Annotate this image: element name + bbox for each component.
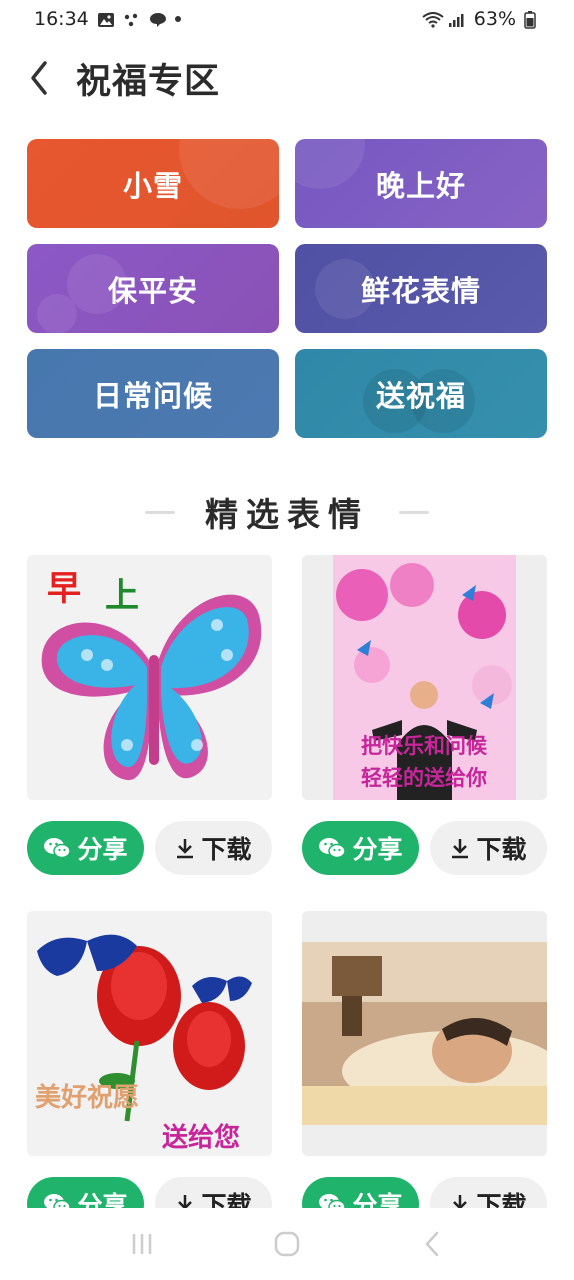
- share-label: 分享: [77, 835, 128, 864]
- download-button[interactable]: 下载: [430, 821, 547, 875]
- category-button-songzhufu[interactable]: 送祝福: [295, 349, 547, 438]
- section-title: 精选表情: [205, 495, 369, 534]
- category-label: 送祝福: [375, 378, 466, 413]
- wechat-icon: [319, 838, 347, 859]
- emoji-card: 美好祝愿 送给您 分享 下载: [27, 911, 272, 1231]
- download-icon: [177, 839, 194, 859]
- recent-apps-icon: [133, 1234, 152, 1254]
- image-text: 轻轻的送给你: [361, 765, 487, 790]
- image-text: 美好祝愿: [35, 1082, 139, 1113]
- share-label: 分享: [352, 835, 403, 864]
- chat-bubble-icon: [149, 11, 167, 27]
- home-button[interactable]: [257, 1219, 317, 1269]
- category-button-wanshanghao[interactable]: 晚上好: [295, 139, 547, 228]
- image-text: 送给您: [162, 1122, 240, 1153]
- dots-icon: [123, 11, 141, 27]
- notification-dot-icon: [174, 16, 181, 22]
- category-label: 保平安: [107, 273, 198, 308]
- share-button[interactable]: 分享: [302, 821, 419, 875]
- battery-icon: [524, 11, 542, 29]
- signal-icon: [448, 11, 466, 27]
- back-nav-button[interactable]: [402, 1219, 462, 1269]
- image-text: 把快乐和问候: [361, 733, 488, 758]
- download-button[interactable]: 下载: [155, 821, 272, 875]
- divider: [399, 510, 429, 514]
- category-button-baopingan[interactable]: 保平安: [27, 244, 279, 333]
- download-label: 下载: [476, 835, 527, 864]
- navigation-bar: [0, 1208, 574, 1280]
- card-actions: 分享 下载: [302, 821, 547, 875]
- category-label: 日常问候: [92, 378, 213, 413]
- status-right: 63%: [422, 8, 542, 30]
- greeting-man-image[interactable]: 把快乐和问候 轻轻的送给你: [302, 555, 547, 800]
- roses-image[interactable]: 美好祝愿 送给您: [27, 911, 272, 1156]
- butterfly-image[interactable]: 早 上: [27, 555, 272, 800]
- category-label: 鲜花表情: [360, 273, 481, 308]
- image-text: 早: [47, 569, 81, 609]
- category-button-xianhuabiaoqing[interactable]: 鲜花表情: [295, 244, 547, 333]
- status-time: 16:34: [34, 8, 89, 30]
- divider: [145, 510, 175, 514]
- emoji-card: 早 上 分享 下载: [27, 555, 272, 875]
- sleeping-image[interactable]: [302, 911, 547, 1156]
- emoji-card: 把快乐和问候 轻轻的送给你 分享 下载: [302, 555, 547, 875]
- category-grid: 小雪 晚上好 保平安 鲜花表情 日常问候 送祝福: [27, 139, 547, 438]
- card-actions: 分享 下载: [27, 821, 272, 875]
- back-button[interactable]: [24, 56, 54, 100]
- status-bar: 16:34 63%: [0, 0, 574, 38]
- category-button-xiaoxue[interactable]: 小雪: [27, 139, 279, 228]
- home-icon: [274, 1231, 300, 1257]
- wifi-icon: [422, 11, 444, 28]
- gallery-icon: [97, 11, 115, 27]
- page-title: 祝福专区: [76, 61, 221, 102]
- back-icon: [424, 1231, 438, 1257]
- header: 祝福专区: [24, 50, 220, 106]
- category-label: 晚上好: [375, 168, 466, 203]
- category-button-richangwenhou[interactable]: 日常问候: [27, 349, 279, 438]
- category-label: 小雪: [122, 168, 183, 203]
- image-text: 上: [105, 576, 139, 616]
- emoji-grid: 早 上 分享 下载 把快乐和问候 轻轻的送给你 分享 下载 美好祝愿 送给您 分…: [27, 555, 547, 1231]
- recent-apps-button[interactable]: [112, 1219, 172, 1269]
- emoji-card: 分享 下载: [302, 911, 547, 1231]
- download-label: 下载: [201, 835, 252, 864]
- battery-percent: 63%: [473, 8, 516, 30]
- status-left: 16:34: [34, 8, 181, 30]
- chevron-left-icon: [31, 61, 47, 95]
- share-button[interactable]: 分享: [27, 821, 144, 875]
- download-icon: [452, 839, 469, 859]
- section-header: 精选表情: [0, 488, 574, 536]
- wechat-icon: [44, 838, 72, 859]
